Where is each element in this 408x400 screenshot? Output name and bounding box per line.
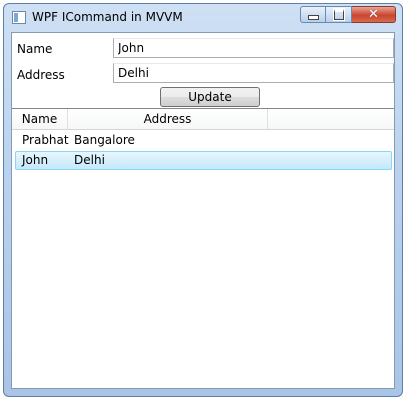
column-header-name[interactable]: Name: [12, 109, 68, 129]
minimize-button[interactable]: [300, 6, 326, 23]
row-name-cell: Prabhat: [22, 133, 69, 147]
close-icon: ✕: [368, 7, 379, 22]
list-row-selected[interactable]: John Delhi: [15, 151, 392, 170]
maximize-icon: [332, 8, 345, 21]
column-header-address[interactable]: Address: [68, 109, 268, 129]
row-address-cell: Delhi: [74, 153, 105, 167]
people-list-view[interactable]: Name Address Prabhat Bangalore John Delh…: [12, 108, 394, 389]
column-header-filler: [268, 109, 394, 129]
name-label: Name: [17, 42, 53, 56]
app-window: WPF ICommand in MVVM ✕ Name Address Upda…: [3, 3, 403, 397]
window-title: WPF ICommand in MVVM: [32, 10, 183, 24]
address-label: Address: [17, 68, 65, 82]
list-row[interactable]: Prabhat Bangalore: [15, 131, 392, 150]
address-input[interactable]: [113, 63, 394, 83]
client-area: Name Address Update Name Address Prabhat…: [11, 32, 395, 389]
list-header: Name Address: [12, 109, 394, 130]
title-bar[interactable]: WPF ICommand in MVVM ✕: [4, 4, 402, 32]
row-address-cell: Bangalore: [74, 133, 135, 147]
update-button[interactable]: Update: [160, 87, 260, 107]
maximize-button[interactable]: [326, 6, 352, 23]
minimize-icon: [307, 15, 319, 20]
app-icon[interactable]: [12, 11, 26, 24]
close-button[interactable]: ✕: [352, 6, 396, 23]
name-input[interactable]: [113, 38, 394, 58]
row-name-cell: John: [22, 153, 49, 167]
caption-buttons: ✕: [300, 6, 396, 24]
